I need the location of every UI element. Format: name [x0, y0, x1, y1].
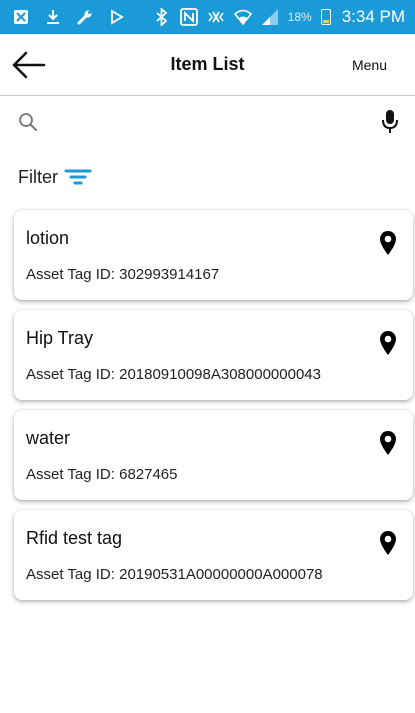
nfc-icon: [179, 8, 198, 26]
list-item[interactable]: lotion Asset Tag ID: 302993914167: [14, 210, 413, 300]
filter-icon: [64, 166, 92, 188]
search-icon: [18, 112, 38, 132]
wifi-icon: [233, 8, 252, 26]
search-bar: [0, 100, 415, 146]
app-bar: Item List Menu: [0, 34, 415, 96]
battery-percent: 18%: [287, 10, 312, 24]
location-pin-icon[interactable]: [379, 230, 397, 256]
status-time: 3:34 PM: [341, 7, 405, 26]
play-icon: [108, 8, 126, 26]
status-left-icons: [12, 8, 126, 26]
item-name: water: [26, 428, 71, 448]
asset-tag-id: Asset Tag ID: 302993914167: [26, 266, 220, 283]
bluetooth-icon: [153, 8, 171, 26]
status-bar: 18% 3:34 PM: [0, 0, 415, 34]
list-item[interactable]: Rfid test tag Asset Tag ID: 20190531A000…: [14, 510, 413, 600]
item-list: lotion Asset Tag ID: 302993914167 Hip Tr…: [14, 210, 413, 610]
vibrate-icon: [207, 8, 225, 26]
notification-box-icon: [12, 8, 30, 26]
wrench-icon: [76, 8, 94, 26]
item-name: Hip Tray: [26, 328, 94, 348]
asset-tag-id: Asset Tag ID: 20190531A00000000A000078: [26, 566, 323, 583]
item-name: Rfid test tag: [26, 528, 123, 548]
list-item[interactable]: Hip Tray Asset Tag ID: 20180910098A30800…: [14, 310, 413, 400]
signal-icon: [261, 8, 279, 26]
menu-button[interactable]: Menu: [352, 57, 387, 73]
asset-tag-id: Asset Tag ID: 20180910098A308000000043: [26, 366, 321, 383]
microphone-icon[interactable]: [381, 109, 399, 135]
back-button[interactable]: [12, 50, 46, 80]
search-input[interactable]: [48, 106, 348, 138]
list-item[interactable]: water Asset Tag ID: 6827465: [14, 410, 413, 500]
location-pin-icon[interactable]: [379, 330, 397, 356]
item-name: lotion: [26, 228, 70, 248]
filter-label: Filter: [18, 166, 58, 187]
battery-icon: [320, 9, 331, 25]
location-pin-icon[interactable]: [379, 430, 397, 456]
filter-button[interactable]: Filter: [18, 162, 92, 192]
download-icon: [44, 8, 62, 26]
status-right-icons: 18% 3:34 PM: [153, 7, 405, 27]
location-pin-icon[interactable]: [379, 530, 397, 556]
arrow-left-icon: [12, 51, 46, 79]
asset-tag-id: Asset Tag ID: 6827465: [26, 466, 178, 483]
